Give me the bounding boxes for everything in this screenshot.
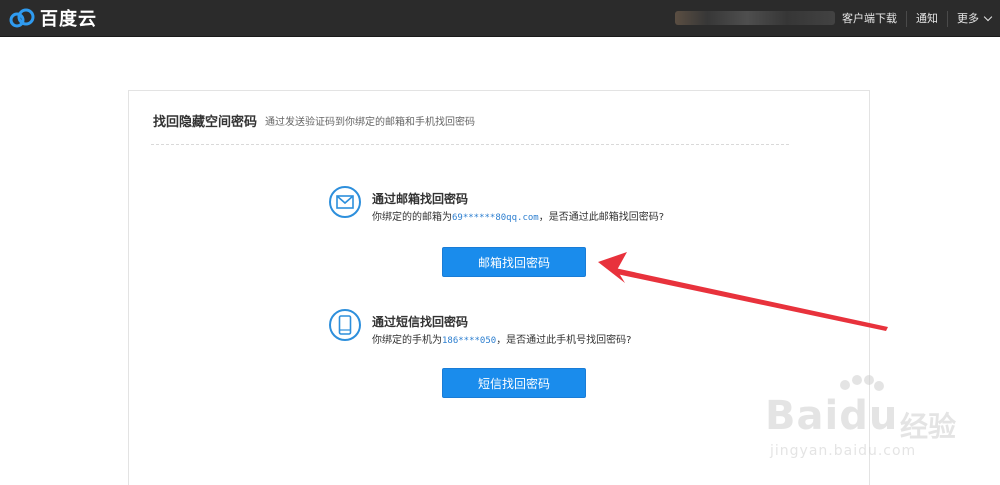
brand-name: 百度云 bbox=[40, 9, 97, 30]
nav-label: 客户端下载 bbox=[842, 11, 897, 25]
sms-recover-button[interactable]: 短信找回密码 bbox=[442, 368, 586, 398]
divider bbox=[151, 144, 789, 145]
watermark-cn: 经验 bbox=[900, 410, 957, 443]
email-option-desc: 你绑定的的邮箱为69******80qq.com，是否通过此邮箱找回密码? bbox=[372, 208, 664, 223]
nav-label: 通知 bbox=[916, 11, 938, 25]
nav-label: 更多 bbox=[957, 11, 979, 25]
brand-logo[interactable]: 百度云 bbox=[8, 6, 97, 30]
phone-icon bbox=[329, 309, 361, 341]
nav-client-download[interactable]: 客户端下载 bbox=[833, 11, 906, 27]
masked-email: 69******80qq.com bbox=[452, 213, 539, 223]
page-subtitle: 通过发送验证码到你绑定的邮箱和手机找回密码 bbox=[265, 117, 475, 128]
watermark-brand-start: Bai bbox=[765, 393, 840, 439]
sms-option-title: 通过短信找回密码 bbox=[372, 315, 469, 329]
nav-notifications[interactable]: 通知 bbox=[906, 10, 947, 27]
chevron-down-icon bbox=[983, 12, 993, 22]
cloud-logo-icon bbox=[9, 8, 35, 28]
watermark-brand-end: du bbox=[839, 393, 899, 439]
desc-prefix: 你绑定的的邮箱为 bbox=[372, 212, 452, 223]
desc-prefix: 你绑定的手机为 bbox=[372, 335, 442, 346]
desc-suffix: ，是否通过此邮箱找回密码? bbox=[538, 212, 665, 223]
email-option-title: 通过邮箱找回密码 bbox=[372, 192, 469, 206]
watermark-url: jingyan.baidu.com bbox=[770, 443, 917, 459]
top-bar: 百度云 客户端下载 通知 更多 bbox=[0, 0, 1000, 37]
email-recover-button[interactable]: 邮箱找回密码 bbox=[442, 247, 586, 277]
sms-option-desc: 你绑定的手机为186****050，是否通过此手机号找回密码? bbox=[372, 331, 632, 346]
user-info-blurred[interactable] bbox=[675, 11, 835, 25]
page-title: 找回隐藏空间密码 bbox=[153, 115, 258, 130]
watermark: Baidu 经验 jingyan.baidu.com bbox=[765, 375, 995, 470]
recovery-panel: 找回隐藏空间密码 通过发送验证码到你绑定的邮箱和手机找回密码 通过邮箱找回密码 … bbox=[128, 90, 870, 485]
top-nav: 客户端下载 通知 更多 bbox=[833, 0, 1000, 37]
nav-more[interactable]: 更多 bbox=[947, 10, 1000, 27]
desc-suffix: ，是否通过此手机号找回密码? bbox=[496, 335, 632, 346]
envelope-icon bbox=[329, 186, 361, 218]
watermark-brand: Baidu bbox=[765, 393, 898, 439]
masked-phone: 186****050 bbox=[442, 336, 497, 346]
